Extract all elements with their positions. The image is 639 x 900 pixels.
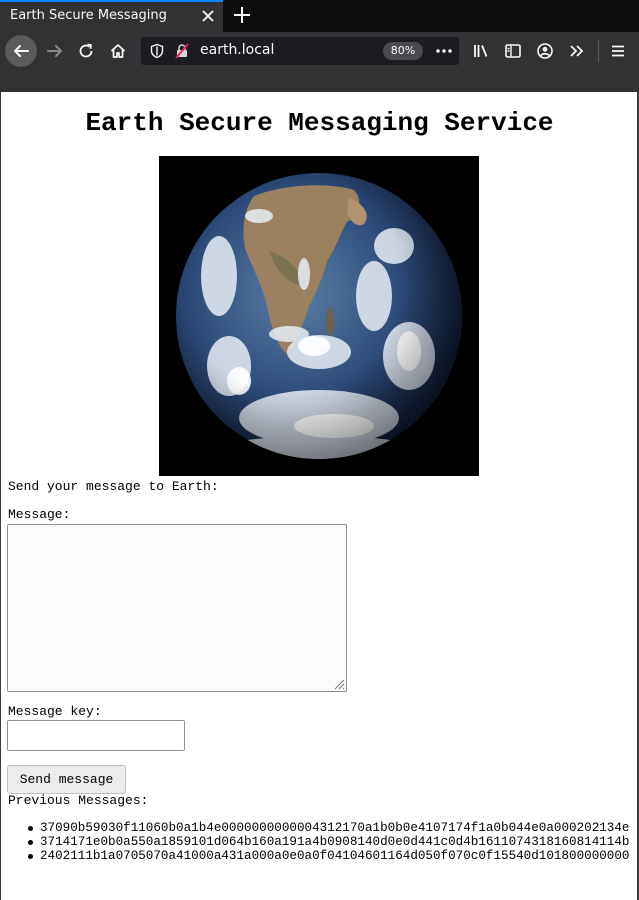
- resize-grip-icon[interactable]: [333, 678, 345, 690]
- insecure-lock-icon[interactable]: [174, 43, 190, 59]
- key-label: Message key:: [8, 704, 102, 719]
- toolbar-spacer: [0, 70, 639, 92]
- message-text: 2402111b1a0705070a41000a431a000a0e0a0f04…: [40, 849, 630, 863]
- url-bar[interactable]: earth.local 80%: [141, 37, 459, 65]
- send-message-button[interactable]: Send message: [7, 765, 126, 794]
- list-item: 2402111b1a0705070a41000a431a000a0e0a0f04…: [28, 849, 637, 863]
- previous-messages-list: 37090b59030f11060b0a1b4e0000000000004312…: [28, 821, 637, 863]
- bullet: [28, 826, 33, 831]
- overflow-menu-button[interactable]: [562, 36, 592, 66]
- previous-messages-heading: Previous Messages:: [8, 793, 149, 808]
- back-arrow-icon: [14, 45, 29, 57]
- message-text: 3714171e0b0a550a1859101d064b160a191a4b09…: [40, 835, 630, 849]
- active-tab[interactable]: Earth Secure Messaging: [0, 0, 223, 32]
- message-textarea[interactable]: [7, 524, 347, 692]
- tab-strip: Earth Secure Messaging: [0, 0, 639, 32]
- url-text: earth.local: [200, 42, 275, 58]
- forward-button[interactable]: [40, 36, 70, 66]
- hamburger-menu-icon: [612, 45, 624, 57]
- reload-icon: [79, 43, 93, 58]
- list-item: 37090b59030f11060b0a1b4e0000000000004312…: [28, 821, 637, 835]
- home-icon: [110, 44, 126, 58]
- list-item: 3714171e0b0a550a1859101d064b160a191a4b09…: [28, 835, 637, 849]
- reload-button[interactable]: [71, 36, 101, 66]
- message-key-input[interactable]: [7, 720, 185, 751]
- close-icon[interactable]: [199, 7, 217, 25]
- bullet: [28, 854, 33, 859]
- account-icon: [537, 43, 553, 59]
- shield-icon[interactable]: [149, 43, 165, 59]
- back-button[interactable]: [5, 35, 37, 67]
- more-dots-icon[interactable]: [435, 43, 453, 59]
- library-button[interactable]: [466, 36, 496, 66]
- toolbar-separator: [598, 40, 599, 62]
- message-label: Message:: [8, 507, 71, 522]
- tab-title: Earth Secure Messaging: [10, 8, 167, 23]
- sidebar-icon: [505, 44, 521, 58]
- plus-icon[interactable]: [230, 3, 254, 27]
- page-title: Earth Secure Messaging Service: [85, 108, 554, 138]
- account-button[interactable]: [530, 36, 560, 66]
- earth-image: [159, 156, 479, 476]
- bullet: [28, 840, 33, 845]
- zoom-level-badge[interactable]: 80%: [383, 42, 423, 60]
- page-content: Earth Secure Messaging Service Send your…: [0, 92, 639, 900]
- intro-text: Send your message to Earth:: [8, 479, 219, 494]
- app-menu-button[interactable]: [603, 36, 633, 66]
- home-button[interactable]: [103, 36, 133, 66]
- overflow-chevrons-icon: [570, 45, 584, 57]
- sidebar-button[interactable]: [498, 36, 528, 66]
- library-icon: [474, 45, 488, 57]
- message-text: 37090b59030f11060b0a1b4e0000000000004312…: [40, 821, 630, 835]
- navigation-toolbar: earth.local 80%: [0, 32, 639, 70]
- forward-arrow-icon: [47, 45, 62, 57]
